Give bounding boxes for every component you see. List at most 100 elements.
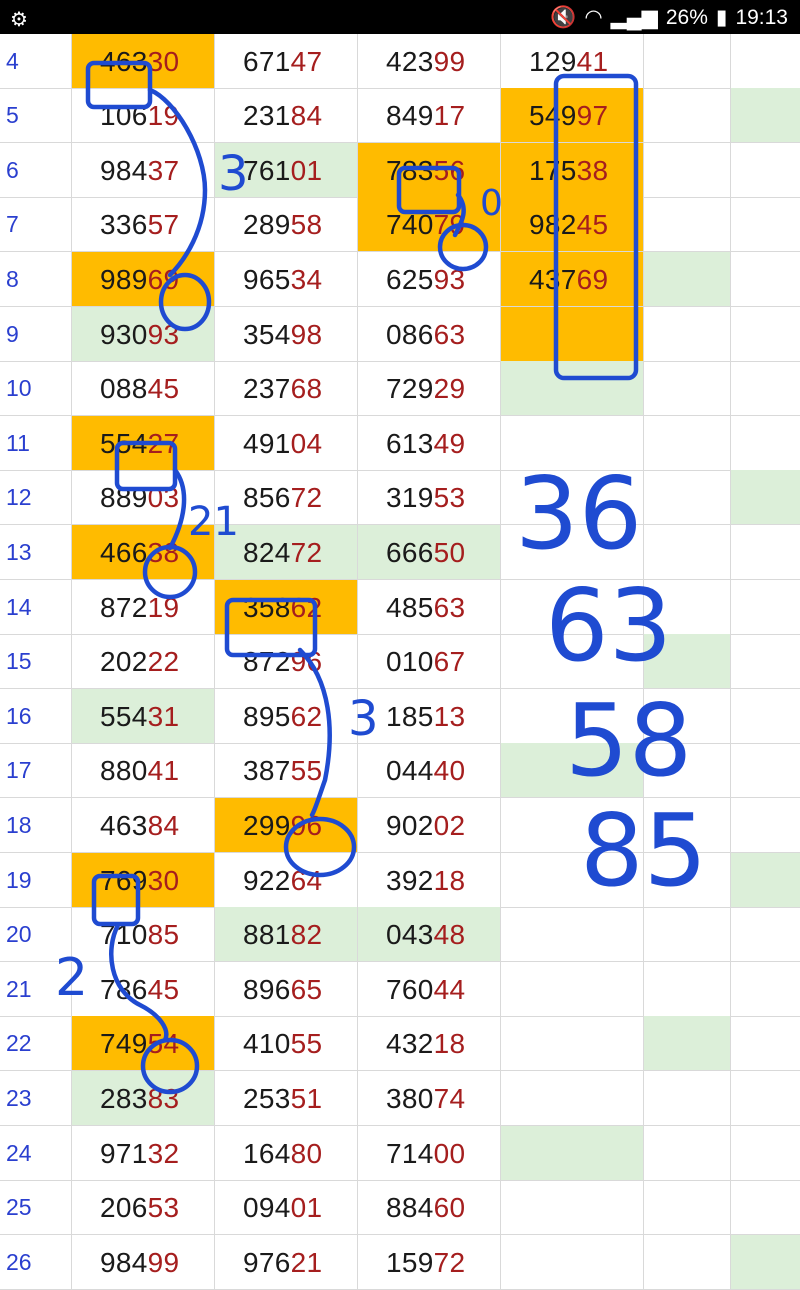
row-number[interactable]: 6 [0, 142, 72, 198]
grid-cell[interactable] [501, 798, 644, 853]
grid-cell[interactable] [501, 525, 644, 580]
grid-cell[interactable] [731, 34, 800, 89]
grid-cell[interactable]: 28958 [215, 197, 358, 253]
grid-cell[interactable] [644, 470, 731, 526]
row-number[interactable]: 20 [0, 907, 72, 963]
grid-cell[interactable] [731, 470, 800, 526]
grid-cell[interactable] [501, 470, 644, 526]
row-number[interactable]: 10 [0, 361, 72, 417]
row-number[interactable]: 15 [0, 634, 72, 690]
grid-cell[interactable]: 93093 [72, 306, 215, 362]
row-number[interactable]: 22 [0, 1016, 72, 1072]
row-number[interactable]: 8 [0, 252, 72, 307]
grid-cell[interactable]: 16480 [215, 1125, 358, 1181]
grid-cell[interactable]: 33657 [72, 197, 215, 253]
grid-cell[interactable] [501, 743, 644, 799]
grid-cell[interactable]: 89562 [215, 688, 358, 744]
grid-cell[interactable] [501, 634, 644, 690]
grid-cell[interactable] [731, 88, 800, 144]
grid-cell[interactable]: 08845 [72, 361, 215, 417]
grid-cell[interactable]: 62593 [358, 252, 501, 307]
grid-cell[interactable]: 82472 [215, 525, 358, 580]
grid-cell[interactable]: 04440 [358, 743, 501, 799]
row-number[interactable]: 18 [0, 798, 72, 853]
grid-cell[interactable] [644, 634, 731, 690]
grid-cell[interactable]: 98499 [72, 1234, 215, 1290]
grid-cell[interactable]: 55431 [72, 688, 215, 744]
row-number[interactable]: 4 [0, 33, 72, 89]
grid-cell[interactable]: 88041 [72, 743, 215, 799]
grid-cell[interactable] [644, 525, 731, 580]
grid-cell[interactable]: 10619 [72, 88, 215, 144]
grid-cell[interactable]: 04348 [358, 907, 501, 963]
grid-cell[interactable]: 20653 [72, 1180, 215, 1236]
grid-cell[interactable] [644, 743, 731, 799]
grid-cell[interactable] [501, 1234, 644, 1290]
grid-cell[interactable]: 48563 [358, 579, 501, 635]
row-number[interactable]: 9 [0, 306, 72, 362]
row-number[interactable]: 7 [0, 197, 72, 253]
grid-cell[interactable]: 98437 [72, 142, 215, 198]
grid-cell[interactable] [731, 1180, 800, 1236]
row-number[interactable]: 26 [0, 1234, 72, 1290]
grid-cell[interactable] [644, 688, 731, 744]
grid-cell[interactable]: 98969 [72, 252, 215, 307]
grid-cell[interactable]: 88460 [358, 1180, 501, 1236]
grid-cell[interactable] [731, 1234, 800, 1290]
grid-cell[interactable]: 67147 [215, 33, 358, 89]
grid-cell[interactable] [644, 1071, 731, 1126]
row-number[interactable]: 16 [0, 688, 72, 744]
grid-cell[interactable] [644, 361, 731, 417]
grid-cell[interactable] [501, 688, 644, 744]
grid-cell[interactable] [731, 307, 800, 362]
grid-cell[interactable]: 74954 [72, 1016, 215, 1072]
grid-cell[interactable]: 76930 [72, 852, 215, 908]
grid-cell[interactable]: 89665 [215, 961, 358, 1017]
grid-cell[interactable]: 43218 [358, 1016, 501, 1072]
grid-cell[interactable] [731, 907, 800, 963]
row-number[interactable]: 14 [0, 579, 72, 635]
grid-cell[interactable] [644, 88, 731, 144]
grid-cell[interactable] [501, 579, 644, 635]
grid-cell[interactable] [731, 852, 800, 908]
grid-cell[interactable] [644, 907, 731, 963]
grid-cell[interactable]: 72929 [358, 361, 501, 417]
grid-cell[interactable]: 42399 [358, 33, 501, 89]
grid-cell[interactable] [731, 798, 800, 853]
grid-cell[interactable]: 87219 [72, 579, 215, 635]
grid-cell[interactable]: 23768 [215, 361, 358, 417]
grid-cell[interactable]: 35498 [215, 306, 358, 362]
grid-cell[interactable] [501, 1180, 644, 1236]
grid-cell[interactable]: 87296 [215, 634, 358, 690]
grid-cell[interactable] [644, 197, 731, 253]
grid-cell[interactable]: 35862 [215, 579, 358, 635]
grid-cell[interactable] [501, 852, 644, 908]
grid-cell[interactable] [731, 1126, 800, 1181]
grid-cell[interactable] [501, 1016, 644, 1072]
grid-cell[interactable] [731, 743, 800, 799]
grid-cell[interactable]: 31953 [358, 470, 501, 526]
grid-cell[interactable]: 66650 [358, 525, 501, 580]
grid-cell[interactable]: 74079 [358, 197, 501, 253]
grid-cell[interactable] [644, 961, 731, 1017]
grid-cell[interactable] [644, 852, 731, 908]
grid-cell[interactable] [644, 33, 731, 89]
grid-cell[interactable] [644, 798, 731, 853]
grid-cell[interactable]: 78356 [358, 142, 501, 198]
grid-cell[interactable]: 55427 [72, 415, 215, 471]
grid-cell[interactable]: 84917 [358, 88, 501, 144]
row-number[interactable]: 13 [0, 525, 72, 580]
grid-cell[interactable]: 15972 [358, 1234, 501, 1290]
grid-cell[interactable] [501, 415, 644, 471]
grid-cell[interactable]: 23184 [215, 88, 358, 144]
grid-cell[interactable]: 18513 [358, 688, 501, 744]
row-number[interactable]: 23 [0, 1071, 72, 1126]
grid-cell[interactable]: 88182 [215, 907, 358, 963]
grid-cell[interactable] [644, 306, 731, 362]
grid-cell[interactable]: 20222 [72, 634, 215, 690]
grid-cell[interactable] [501, 907, 644, 963]
grid-cell[interactable] [731, 525, 800, 580]
grid-cell[interactable]: 41055 [215, 1016, 358, 1072]
row-number[interactable]: 11 [0, 415, 72, 471]
grid-cell[interactable]: 61349 [358, 415, 501, 471]
